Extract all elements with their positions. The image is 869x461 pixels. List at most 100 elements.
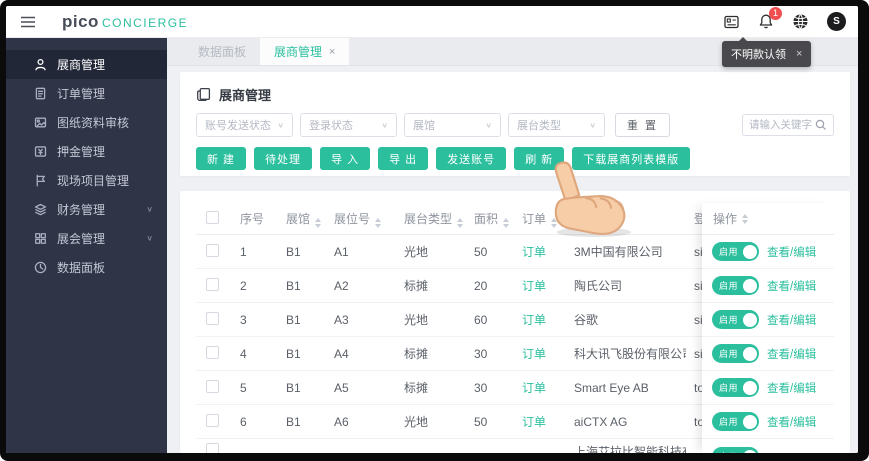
tab-close-icon[interactable]: × (329, 46, 335, 58)
enable-toggle[interactable]: 启用 (712, 344, 759, 363)
cell-booth-type: 标摊 (404, 347, 429, 361)
chevron-down-icon: ∨ (277, 120, 284, 129)
cell-booth: A4 (334, 346, 349, 361)
column-header[interactable]: 展位号 (326, 210, 396, 228)
hamburger-menu-icon[interactable] (20, 13, 38, 31)
toggle-label: 启用 (719, 349, 739, 359)
view-edit-link[interactable]: 查看/编辑 (767, 380, 816, 396)
order-icon (34, 87, 48, 100)
app-screen: pico CONCIERGE 1 S 不明款认领 × 展商管理 订单管理 图纸资… (6, 6, 858, 453)
sort-icon[interactable] (457, 217, 464, 228)
cell-index: 3 (240, 312, 247, 327)
action-button[interactable]: 导 入 (320, 147, 371, 170)
select-all-checkbox[interactable] (206, 210, 219, 224)
tab-label: 展商管理 (274, 45, 323, 59)
row-checkbox[interactable] (206, 345, 219, 359)
sort-down-arrow (503, 223, 510, 228)
row-checkbox[interactable] (206, 379, 219, 393)
sort-icon[interactable] (742, 213, 749, 224)
cell-index: 6 (240, 414, 247, 429)
sidebar-item-dashboard[interactable]: 数据面板 (6, 253, 167, 282)
filter-dropdown[interactable]: 登录状态 ∨ (300, 113, 397, 137)
action-button[interactable]: 导 出 (378, 147, 429, 170)
sidebar-item-label: 押金管理 (57, 145, 106, 159)
language-globe-icon[interactable] (792, 13, 809, 30)
enable-toggle[interactable]: 启用 (712, 276, 759, 295)
filter-dropdown[interactable]: 展台类型 ∨ (508, 113, 605, 137)
action-button[interactable]: 新 建 (196, 147, 247, 170)
filter-dropdown[interactable]: 展馆 ∨ (404, 113, 501, 137)
enable-toggle[interactable]: 启用 (712, 378, 759, 397)
user-avatar[interactable]: S (827, 12, 846, 31)
sidebar-item-exhibitor[interactable]: 展商管理 (6, 50, 167, 79)
action-button[interactable]: 下载展商列表模版 (572, 147, 691, 170)
notification-bell-icon[interactable]: 1 (758, 7, 782, 30)
enable-toggle[interactable]: 启用 (712, 310, 759, 329)
order-link[interactable]: 订单 (522, 415, 546, 429)
tooltip-close-icon[interactable]: × (796, 48, 802, 60)
sidebar-item-deposit[interactable]: 押金管理 (6, 137, 167, 166)
reset-button[interactable]: 重 置 (615, 113, 671, 137)
cell-order: 订单 (514, 413, 566, 430)
column-header[interactable]: 展馆 (278, 210, 326, 228)
sort-icon[interactable] (315, 217, 322, 228)
view-edit-link[interactable]: 查看/编辑 (767, 346, 816, 362)
chevron-down-icon: ∨ (146, 233, 153, 243)
action-row: 启用 查看/编辑 (702, 405, 834, 439)
order-link[interactable]: 订单 (522, 347, 546, 361)
window-frame: pico CONCIERGE 1 S 不明款认领 × 展商管理 订单管理 图纸资… (0, 0, 869, 461)
tab-inactive[interactable]: 数据面板 (184, 38, 260, 65)
dropdown-placeholder: 展馆 (413, 120, 435, 132)
sidebar-item-exhibition[interactable]: 展会管理 ∨ (6, 224, 167, 253)
column-header[interactable]: 展商名 (566, 210, 686, 228)
filter-panel: 展商管理 账号发送状态 ∨ 登录状态 ∨ 展馆 ∨ 展台类型 ∨ 重 置 新 建待处理导 入导 … (180, 72, 850, 176)
sidebar-item-drawing-review[interactable]: 图纸资料审核 (6, 108, 167, 137)
toggle-knob (742, 346, 757, 361)
cell-hall: B1 (286, 414, 301, 429)
filter-dropdown[interactable]: 账号发送状态 ∨ (196, 113, 293, 137)
order-link[interactable]: 订单 (522, 313, 546, 327)
view-edit-link[interactable]: 查看/编辑 (767, 312, 816, 328)
view-edit-link[interactable]: 查看/编辑 (767, 414, 816, 430)
row-checkbox[interactable] (206, 243, 219, 257)
chevron-down-icon: ∨ (589, 120, 596, 129)
enable-toggle[interactable]: 启用 (712, 447, 759, 453)
row-checkbox[interactable] (206, 277, 219, 291)
enable-toggle[interactable]: 启用 (712, 242, 759, 261)
enable-toggle[interactable]: 启用 (712, 412, 759, 431)
action-button[interactable]: 待处理 (254, 147, 313, 170)
row-checkbox[interactable] (206, 311, 219, 325)
sort-icon[interactable] (375, 217, 382, 228)
order-link[interactable]: 订单 (522, 279, 546, 293)
sort-icon[interactable] (551, 217, 558, 228)
cell-exhibitor-name: 谷歌 (574, 313, 599, 327)
order-link[interactable]: 订单 (522, 245, 546, 259)
column-header[interactable]: 订单 (514, 210, 566, 228)
search-input[interactable] (749, 119, 815, 131)
column-header[interactable]: 展台类型 (396, 210, 466, 228)
view-edit-link[interactable]: 查看/编辑 (767, 278, 816, 294)
row-checkbox[interactable] (206, 443, 219, 453)
cell-area: 30 (474, 346, 488, 361)
column-header[interactable]: 面积 (466, 210, 514, 228)
sort-icon[interactable] (503, 217, 510, 228)
view-edit-link[interactable]: 查看/编辑 (767, 244, 816, 260)
search-icon[interactable] (815, 119, 827, 131)
action-button[interactable]: 刷 新 (514, 147, 565, 170)
order-link[interactable]: 订单 (522, 381, 546, 395)
sort-icon[interactable] (615, 217, 622, 228)
claims-icon[interactable] (723, 14, 740, 30)
row-checkbox[interactable] (206, 413, 219, 427)
column-header-label: 展馆 (286, 211, 311, 226)
toggle-knob (742, 449, 757, 453)
sidebar-item-onsite-project[interactable]: 现场项目管理 (6, 166, 167, 195)
sidebar-item-order[interactable]: 订单管理 (6, 79, 167, 108)
action-column-header[interactable]: 操作 (702, 203, 834, 235)
row-checkbox-cell (196, 277, 232, 294)
tab-active[interactable]: 展商管理 × (260, 38, 350, 65)
dropdown-placeholder: 展台类型 (517, 120, 561, 132)
sidebar-item-finance[interactable]: 财务管理 ∨ (6, 195, 167, 224)
action-button[interactable]: 发送账号 (436, 147, 507, 170)
action-row: 启用 (702, 439, 834, 453)
cell-hall: B1 (286, 244, 301, 259)
